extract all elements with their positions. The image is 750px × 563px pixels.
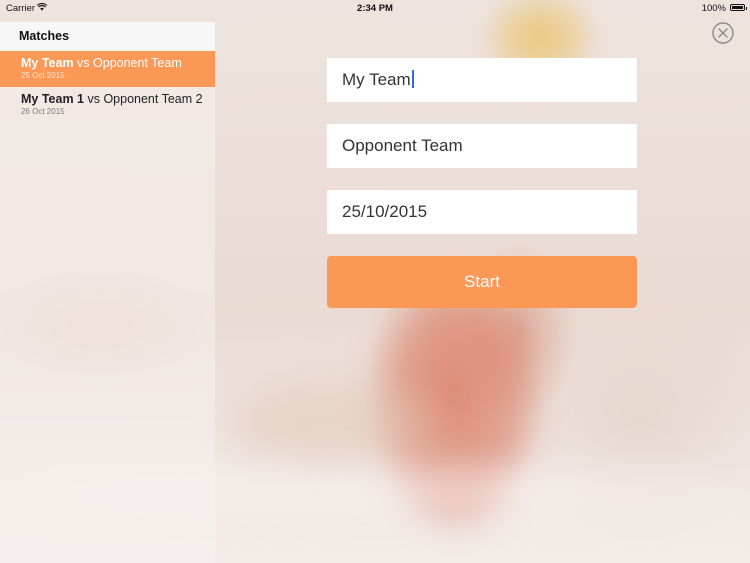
match-title: My Team vs Opponent Team xyxy=(21,56,215,70)
team-name-field[interactable]: My Team xyxy=(327,58,637,102)
sidebar-title: Matches xyxy=(0,22,215,51)
match-title: My Team 1 vs Opponent Team 2 xyxy=(21,92,215,106)
close-icon[interactable] xyxy=(712,22,734,44)
team-a-name: My Team xyxy=(21,56,74,70)
team-a-name: My Team 1 xyxy=(21,92,84,106)
team-b-name: Opponent Team 2 xyxy=(103,92,203,106)
match-date-field[interactable]: 25/10/2015 xyxy=(327,190,637,234)
vs-label: vs xyxy=(73,56,94,70)
match-list-item[interactable]: My Team vs Opponent Team 25 Oct 2015 xyxy=(0,51,215,87)
text-caret xyxy=(411,70,414,88)
match-list-item[interactable]: My Team 1 vs Opponent Team 2 26 Oct 2015 xyxy=(0,87,215,123)
opponent-name-field[interactable]: Opponent Team xyxy=(327,124,637,168)
match-date-value: 25/10/2015 xyxy=(342,202,428,221)
vs-label: vs xyxy=(84,92,104,106)
team-name-value: My Team xyxy=(342,70,411,89)
match-date: 26 Oct 2015 xyxy=(21,107,65,116)
start-button[interactable]: Start xyxy=(327,256,637,308)
battery-percentage: 100% xyxy=(701,3,726,14)
clock: 2:34 PM xyxy=(357,3,393,14)
battery-icon xyxy=(730,4,747,11)
team-b-name: Opponent Team xyxy=(93,56,182,70)
status-bar: Carrier 2:34 PM 100% xyxy=(0,0,750,16)
opponent-name-value: Opponent Team xyxy=(342,136,463,155)
match-date: 25 Oct 2015 xyxy=(21,71,65,80)
background-blob xyxy=(230,380,430,470)
matches-sidebar: Matches My Team vs Opponent Team 25 Oct … xyxy=(0,22,215,563)
